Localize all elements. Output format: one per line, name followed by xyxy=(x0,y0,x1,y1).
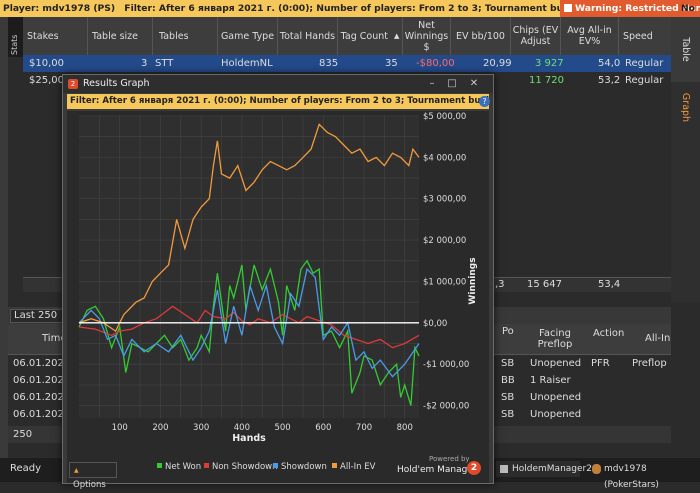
col-ev-bb100[interactable]: EV bb/100 xyxy=(451,17,511,55)
col-facing-preflop[interactable]: Facing Preflop xyxy=(530,328,580,350)
col-speed[interactable]: Speed xyxy=(619,17,671,55)
cell-speed: Regular xyxy=(625,75,664,86)
legend-swatch xyxy=(204,463,209,468)
col-tag-count[interactable]: Tag Count ▲ xyxy=(338,17,403,55)
cell-hands: 835 xyxy=(319,58,339,69)
window-title: Results Graph xyxy=(83,78,150,89)
status-text: Ready xyxy=(10,463,42,474)
legend-swatch xyxy=(273,463,278,468)
results-line-chart: $5 000,00 $4 000,00 $3 000,00 $2 000,00 $1 0… xyxy=(78,112,478,472)
col-total-hands[interactable]: Total Hands xyxy=(278,17,338,55)
legend-label: Showdown xyxy=(281,462,327,472)
x-tick-label: 100 xyxy=(112,423,128,433)
table-row[interactable]: $10,00 3 STT HoldemNL 835 35 -$80,00 20,… xyxy=(23,55,671,72)
x-tick-label: 200 xyxy=(152,423,168,433)
cell-ev: 20,99 xyxy=(483,58,512,69)
x-tick-label: 700 xyxy=(356,423,372,433)
cell-chips: 3 927 xyxy=(535,58,564,69)
cell-tags: 35 xyxy=(385,58,398,69)
hand-count: 250 xyxy=(13,429,33,440)
range-select[interactable]: Last 250 xyxy=(10,309,65,323)
x-tick-label: 300 xyxy=(193,423,209,433)
tab-table[interactable]: Table xyxy=(671,17,700,82)
stats-tab[interactable]: Stats xyxy=(8,17,23,57)
col-table-size[interactable]: Table size xyxy=(88,17,153,55)
col-net-winnings[interactable]: Net Winnings $ xyxy=(403,17,451,55)
x-tick-label: 600 xyxy=(315,423,331,433)
col-stakes[interactable]: Stakes xyxy=(23,17,88,55)
user-icon xyxy=(592,464,601,474)
window-titlebar[interactable]: 2 Results Graph – □ ✕ xyxy=(63,75,493,93)
options-button[interactable]: ▲ Options xyxy=(69,462,117,490)
x-axis-label: Hands xyxy=(232,433,266,444)
y-tick-label: $0,00 xyxy=(423,319,447,329)
col-all-in[interactable]: All-In xyxy=(645,333,670,344)
legend-swatch xyxy=(157,463,162,468)
cell-game: HoldemNL xyxy=(221,58,273,69)
y-tick-label: $5 000,00 xyxy=(423,112,466,122)
close-icon[interactable]: ✕ xyxy=(467,78,481,90)
legend-swatch xyxy=(332,463,337,468)
col-tables[interactable]: Tables xyxy=(153,17,218,55)
y-tick-label: -$2 000,00 xyxy=(423,402,469,412)
maximize-icon[interactable]: □ xyxy=(445,78,459,90)
col-allin-ev[interactable]: Avg All-in EV% xyxy=(561,17,619,55)
results-graph-window[interactable]: 2 Results Graph – □ ✕ Filter: After 6 ян… xyxy=(62,74,494,490)
legend-label: Non Showdown xyxy=(212,462,278,472)
cell-allin: 53,2 xyxy=(598,75,621,86)
player-label: Player: mdv1978 (PS) xyxy=(3,3,116,14)
cell-speed: Regular xyxy=(625,58,664,69)
x-tick-label: 800 xyxy=(397,423,413,433)
tab-graph[interactable]: Graph xyxy=(671,77,700,137)
y-tick-label: $3 000,00 xyxy=(423,195,466,205)
powered-by-label: Powered by xyxy=(429,455,470,463)
chevron-up-icon: ▲ xyxy=(74,467,79,474)
col-position[interactable]: Po xyxy=(502,326,514,337)
y-tick-label: $4 000,00 xyxy=(423,153,466,163)
help-icon[interactable]: ? xyxy=(479,96,490,107)
legend-label: All-In EV xyxy=(340,462,376,472)
sort-up-icon: ▲ xyxy=(393,31,400,40)
left-margin xyxy=(0,17,8,482)
col-chips-ev[interactable]: Chips (EV Adjust xyxy=(511,17,561,55)
minimize-icon[interactable]: – xyxy=(425,78,439,90)
y-tick-label: -$1 000,00 xyxy=(423,360,469,370)
cell-net: -$80,00 xyxy=(416,58,455,69)
taskbar-user[interactable]: mdv1978 (PokerStars) xyxy=(590,461,698,490)
topbar-overflow-text: No xyxy=(681,3,696,14)
col-action[interactable]: Action xyxy=(593,328,624,339)
cell-stakes: $25,00 xyxy=(29,75,64,86)
warning-icon xyxy=(564,4,572,12)
stats-table-header: Stakes Table size Tables Game Type Total… xyxy=(23,17,671,56)
brand-name: Hold'em Manager xyxy=(397,465,477,475)
brand-logo: 2 xyxy=(467,461,481,475)
hm2-logo-icon: 2 xyxy=(68,79,78,89)
x-tick-label: 400 xyxy=(234,423,250,433)
app-icon xyxy=(500,465,508,473)
graph-filter-text: Filter: After 6 января 2021 г. (0:00); N… xyxy=(70,96,489,106)
cell-chips: 11 720 xyxy=(529,75,564,86)
y-tick-label: $2 000,00 xyxy=(423,236,466,246)
graph-area: $5 000,00 $4 000,00 $3 000,00 $2 000,00 $1 0… xyxy=(67,111,489,490)
legend-label: Net Won xyxy=(165,462,201,472)
cell-tables: STT xyxy=(155,58,174,69)
cell-stakes: $10,00 xyxy=(29,58,64,69)
col-game-type[interactable]: Game Type xyxy=(218,17,278,55)
taskbar-hm2[interactable]: HoldemManager2 xyxy=(496,461,592,477)
cell-allin: 54,0 xyxy=(598,58,621,69)
cell-size: 3 xyxy=(141,58,148,69)
right-tab-strip: Table Graph xyxy=(671,17,700,302)
filter-bar[interactable]: Player: mdv1978 (PS) Filter: After 6 янв… xyxy=(0,0,700,17)
y-tick-label: $1 000,00 xyxy=(423,277,466,287)
x-tick-label: 500 xyxy=(274,423,290,433)
graph-filter-bar[interactable]: Filter: After 6 января 2021 г. (0:00); N… xyxy=(67,94,489,109)
restricted-warning[interactable]: Warning: Restricted Hands xyxy=(560,0,700,17)
y-axis-label: Winnings xyxy=(468,257,478,304)
